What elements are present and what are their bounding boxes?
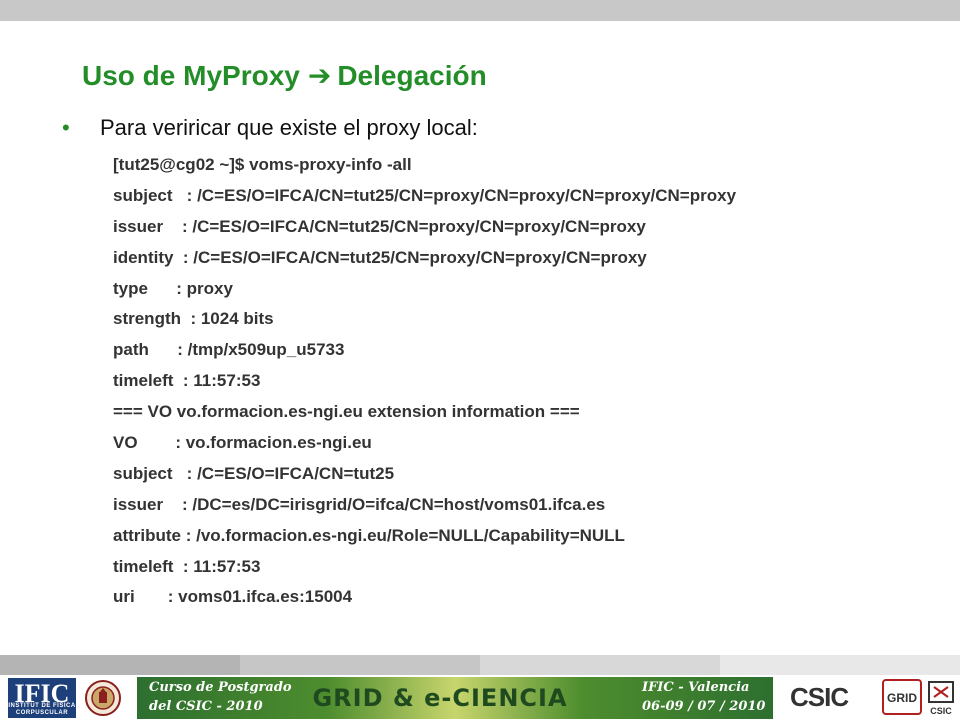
course-banner: Curso de Postgrado del CSIC - 2010 GRID … <box>137 677 773 719</box>
code-line: strength : 1024 bits <box>113 309 274 329</box>
university-seal-icon <box>85 680 121 716</box>
csic-small-logo: CSIC <box>928 681 954 716</box>
bullet-text: Para veriricar que existe el proxy local… <box>100 115 478 140</box>
code-line: attribute : /vo.formacion.es-ngi.eu/Role… <box>113 525 625 545</box>
code-line: [tut25@cg02 ~]$ voms-proxy-info -all <box>113 155 412 174</box>
band-3 <box>480 655 720 675</box>
code-line: subject : /C=ES/O=IFCA/CN=tut25/CN=proxy… <box>113 185 737 205</box>
band-4 <box>720 655 960 675</box>
code-line: issuer : /DC=es/DC=irisgrid/O=ifca/CN=ho… <box>113 494 606 514</box>
csic-logo: CSIC <box>790 682 849 712</box>
title-left: Uso de MyProxy <box>82 60 300 91</box>
code-line: subject : /C=ES/O=IFCA/CN=tut25 <box>113 463 395 483</box>
code-line: timeleft : 11:57:53 <box>113 556 261 576</box>
banner-left-line-2: del CSIC - 2010 <box>149 699 263 714</box>
code-line: issuer : /C=ES/O=IFCA/CN=tut25/CN=proxy/… <box>113 216 646 236</box>
banner-left-line-1: Curso de Postgrado <box>149 680 292 695</box>
top-bar <box>0 0 960 21</box>
banner-center: GRID & e-CIENCIA <box>312 684 568 712</box>
banner-right-line-1: IFIC - Valencia <box>642 680 750 695</box>
grid-logo: GRID <box>882 679 922 715</box>
ific-logo: IFIC INSTITUT DE FÍSICA CORPUSCULAR <box>8 678 76 718</box>
bullet-dot-icon: • <box>62 115 70 140</box>
command-output: [tut25@cg02 ~]$ voms-proxy-info -all sub… <box>113 150 736 613</box>
code-line: path : /tmp/x509up_u5733 <box>113 340 345 360</box>
band-2 <box>240 655 480 675</box>
slide-title: Uso de MyProxy ➔ Delegación <box>82 58 487 94</box>
banner-right-line-2: 06-09 / 07 / 2010 <box>642 699 766 714</box>
code-line: uri : voms01.ifca.es:15004 <box>113 587 353 607</box>
band-1 <box>0 655 240 675</box>
footer-bands <box>0 655 960 675</box>
csic-small-text: CSIC <box>930 706 952 716</box>
footer: IFIC INSTITUT DE FÍSICA CORPUSCULAR Curs… <box>0 675 960 720</box>
code-line: === VO vo.formacion.es-ngi.eu extension … <box>113 402 580 422</box>
banner-right: IFIC - Valencia 06-09 / 07 / 2010 <box>642 678 765 716</box>
title-right: Delegación <box>337 60 487 91</box>
arrow-icon: ➔ <box>307 60 332 91</box>
code-line: identity : /C=ES/O=IFCA/CN=tut25/CN=prox… <box>113 247 647 267</box>
code-line: VO : vo.formacion.es-ngi.eu <box>113 433 372 453</box>
code-line: timeleft : 11:57:53 <box>113 371 261 391</box>
code-line: type : proxy <box>113 278 233 298</box>
ific-logo-subtitle: INSTITUT DE FÍSICA CORPUSCULAR <box>8 703 76 716</box>
banner-left: Curso de Postgrado del CSIC - 2010 <box>149 678 292 716</box>
bullet-item: • Para veriricar que existe el proxy loca… <box>62 113 478 143</box>
